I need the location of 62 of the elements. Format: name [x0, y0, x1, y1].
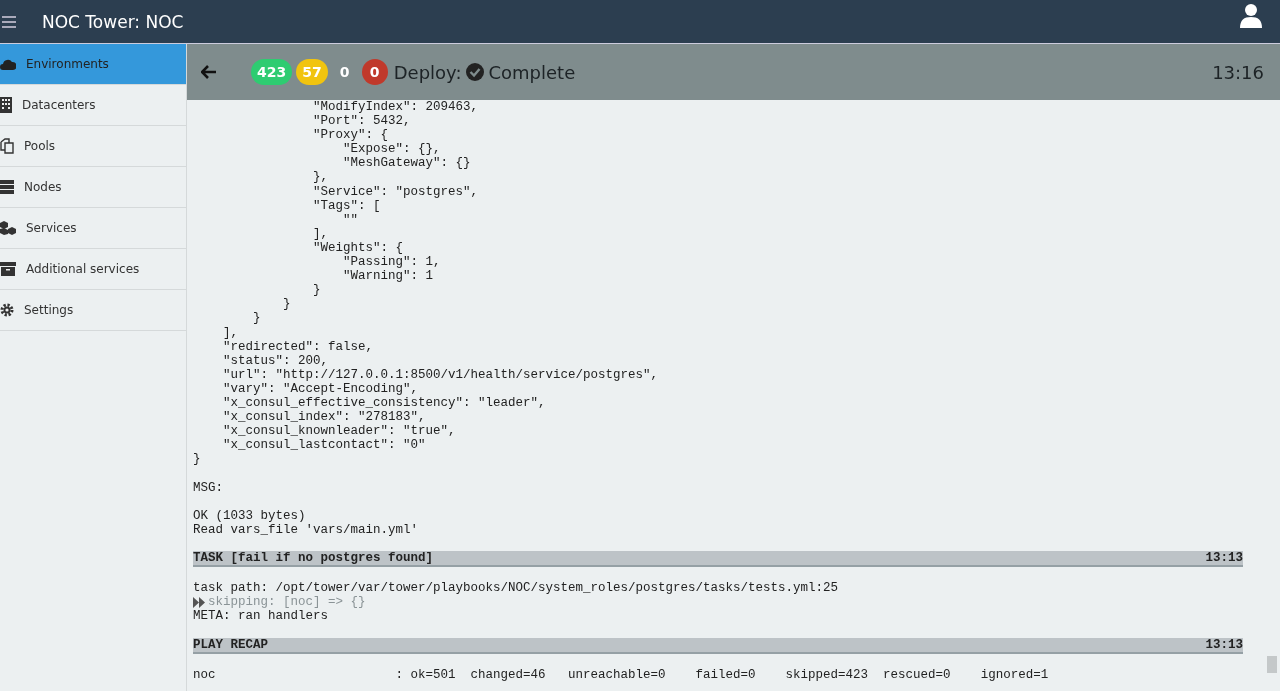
log-line: ], — [222, 325, 238, 340]
server-icon — [0, 180, 14, 194]
log-line: "x_consul_lastcontact": "0" — [222, 438, 426, 453]
job-status: Complete — [488, 61, 576, 83]
log-line: } — [282, 297, 291, 312]
log-line: META: ran handlers — [193, 609, 329, 624]
app-title: NOC Tower: NOC — [42, 11, 184, 32]
log-line: Read vars_file 'vars/main.yml' — [193, 522, 419, 537]
log-line: } — [312, 283, 321, 298]
log-line: "status": 200, — [222, 353, 329, 368]
scrollbar-thumb[interactable] — [1267, 656, 1277, 673]
task-title: TASK [fail if no postgres found] — [193, 551, 434, 566]
sidebar-item[interactable]: Environments — [0, 44, 186, 85]
log-line: "Passing": 1, — [342, 255, 441, 270]
copy-icon — [0, 138, 14, 154]
back-arrow-icon[interactable] — [201, 65, 217, 79]
double-chevron-icon — [193, 596, 207, 608]
log-line: "" — [342, 212, 359, 227]
count-label: 0 — [338, 63, 351, 82]
job-time: 13:16 — [1212, 61, 1264, 83]
log-line: "Service": "postgres", — [312, 184, 479, 199]
check-circle-icon — [465, 63, 484, 81]
log-line: "x_consul_knownleader": "true", — [222, 424, 456, 439]
log-line: ], — [312, 226, 329, 241]
log-line: skipping: [noc] => {} — [208, 595, 366, 610]
log-line: "MeshGateway": {} — [342, 156, 471, 171]
cloud-icon — [0, 58, 16, 70]
log-line: "url": "http://127.0.0.1:8500/v1/health/service/postgres", — [222, 367, 659, 382]
log-line: } — [252, 311, 261, 326]
cubes-icon — [0, 221, 16, 235]
log-line: "Expose": {}, — [342, 142, 441, 157]
log-line: OK (1033 bytes) — [193, 508, 306, 523]
log-line: "vary": "Accept-Encoding", — [222, 381, 419, 396]
log-line: noc : ok=501 changed=46 unreachable=0 failed=0 skipped=423 rescued=0 ignored=1 — [193, 667, 1049, 682]
sidebar-item[interactable]: Settings — [0, 290, 186, 331]
log-line: "Tags": [ — [312, 198, 381, 213]
log-line: "Port": 5432, — [312, 114, 411, 129]
count-badge: 423 — [251, 59, 293, 85]
count-badge: 57 — [296, 59, 328, 85]
log-line: "redirected": false, — [222, 339, 374, 354]
count-badge: 0 — [361, 59, 388, 85]
log-line: "x_consul_index": "278183", — [222, 410, 426, 425]
log-line: "ModifyIndex": 209463, — [312, 100, 479, 115]
sidebar-item[interactable]: Pools — [0, 126, 186, 167]
log-line: "Weights": { — [312, 240, 404, 256]
sidebar-item[interactable]: Datacenters — [0, 85, 186, 126]
log-line: }, — [312, 170, 329, 185]
sidebar-item[interactable]: Services — [0, 208, 186, 249]
user-icon[interactable] — [1240, 3, 1262, 28]
log-line: "x_consul_effective_consistency": "leader", — [222, 395, 546, 411]
task-time: 13:13 — [1205, 551, 1243, 566]
job-title: Deploy: — [393, 61, 462, 83]
log-line: "Warning": 1 — [342, 269, 434, 284]
sidebar-item[interactable]: Nodes — [0, 167, 186, 208]
menu-icon[interactable] — [2, 15, 16, 28]
task-title: PLAY RECAP — [193, 637, 268, 652]
log-line: task path: /opt/tower/var/tower/playbooks/NOC/system_roles/postgres/tasks/tests.yml:25 — [193, 581, 839, 596]
log-line: MSG: — [193, 480, 223, 495]
task-time: 13:13 — [1205, 637, 1243, 652]
log-line: "Proxy": { — [312, 128, 389, 143]
log-line: } — [193, 452, 201, 467]
sidebar-item[interactable]: Additional services — [0, 249, 186, 290]
